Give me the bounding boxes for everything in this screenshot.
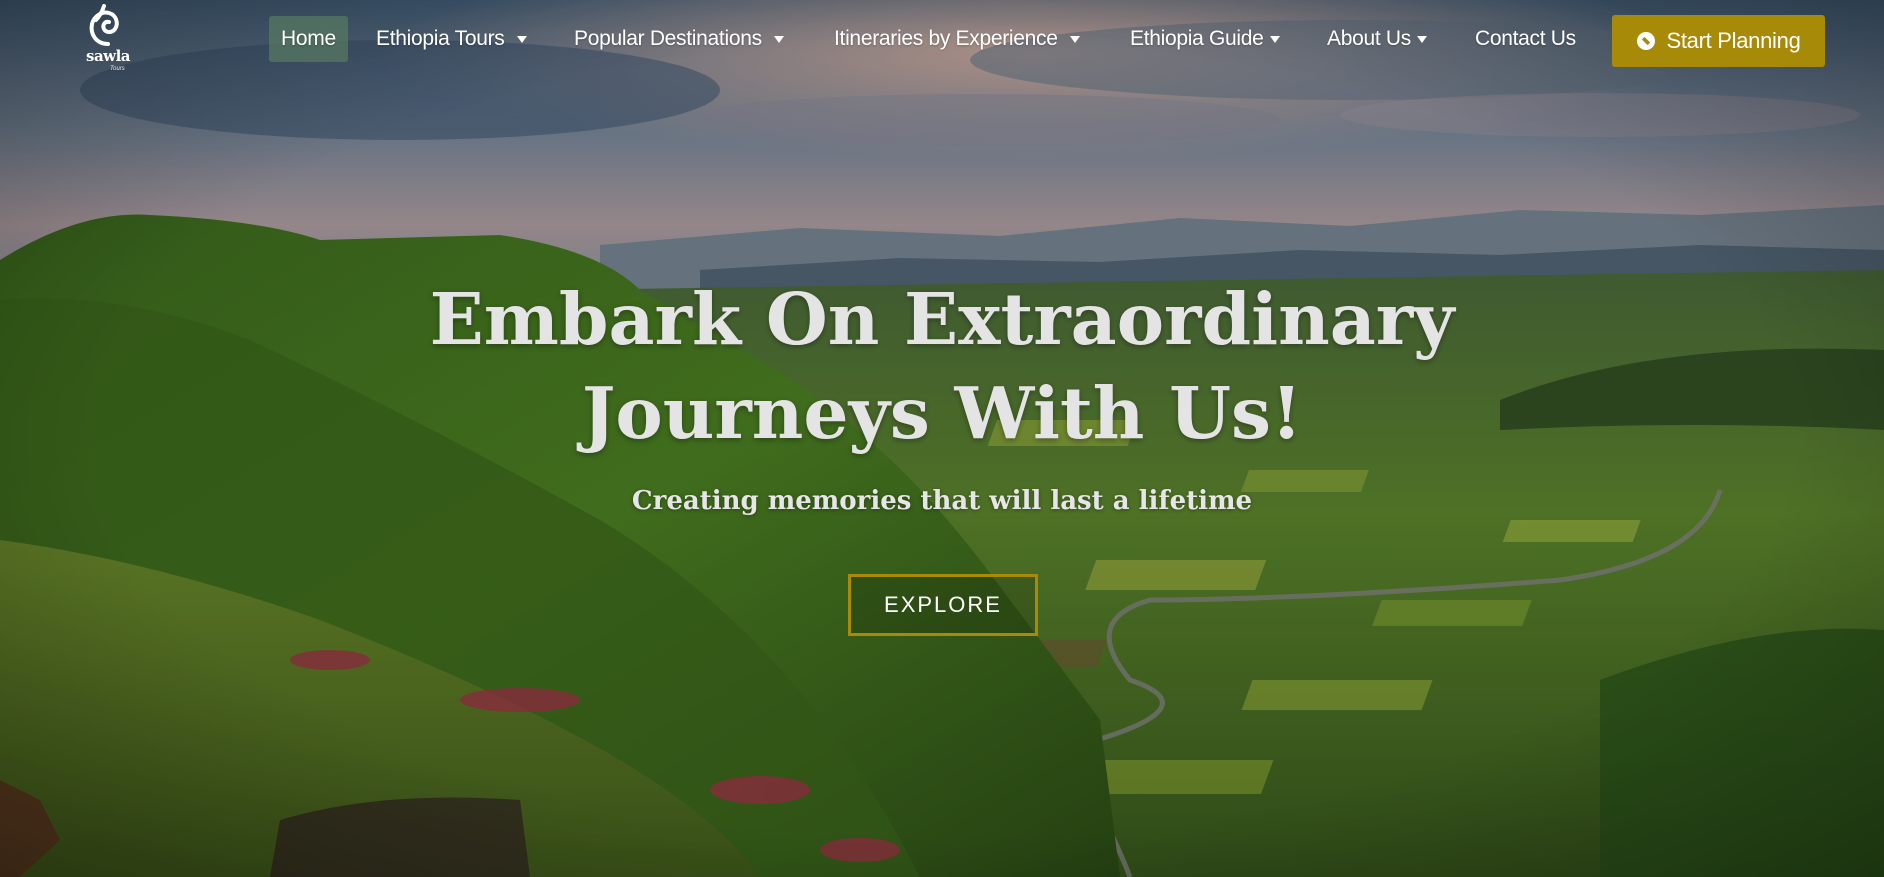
hero-headline-line-2: Journeys With Us! (581, 371, 1303, 455)
compass-icon (1636, 32, 1655, 50)
start-planning-button[interactable]: Start Planning (1612, 15, 1825, 67)
brand-tagline: Tours (110, 66, 125, 72)
chevron-down-icon (1069, 36, 1080, 43)
explore-button-label: EXPLORE (884, 592, 1002, 617)
start-planning-label: Start Planning (1666, 28, 1801, 53)
nav-itineraries-label: Itineraries by Experience (834, 27, 1058, 50)
hero-headline-line-1: Embark On Extraordinary (429, 277, 1455, 361)
site-logo[interactable]: sawla Tours (84, 4, 132, 74)
chevron-down-icon (773, 36, 784, 43)
chevron-down-icon (1416, 36, 1427, 43)
nav-contact-us[interactable]: Contact Us (1475, 16, 1576, 62)
hero-section: sawla Tours Home Ethiopia Tours Popular … (0, 0, 1884, 877)
nav-home[interactable]: Home (269, 16, 348, 62)
nav-itineraries-by-experience[interactable]: Itineraries by Experience (834, 16, 1080, 62)
explore-button[interactable]: EXPLORE (848, 574, 1038, 636)
nav-contact-us-label: Contact Us (1475, 27, 1576, 50)
chevron-down-icon (1269, 36, 1280, 43)
nav-about-us-label: About Us (1327, 27, 1411, 50)
hero-subheadline: Creating memories that will last a lifet… (631, 486, 1253, 516)
nav-ethiopia-tours-label: Ethiopia Tours (376, 27, 505, 50)
nav-popular-destinations-label: Popular Destinations (574, 27, 762, 50)
hero-headline: Embark On Extraordinary Journeys With Us! (342, 272, 1542, 460)
brand-name: sawla (86, 47, 131, 65)
nav-about-us[interactable]: About Us (1327, 16, 1427, 62)
nav-ethiopia-tours[interactable]: Ethiopia Tours (376, 16, 527, 62)
nav-popular-destinations[interactable]: Popular Destinations (574, 16, 784, 62)
top-navigation: sawla Tours Home Ethiopia Tours Popular … (0, 0, 1884, 80)
chevron-down-icon (516, 36, 527, 43)
nav-ethiopia-guide-label: Ethiopia Guide (1130, 27, 1264, 50)
nav-ethiopia-guide[interactable]: Ethiopia Guide (1130, 16, 1280, 62)
spiral-logo-icon (89, 4, 119, 46)
nav-home-label: Home (281, 27, 336, 50)
